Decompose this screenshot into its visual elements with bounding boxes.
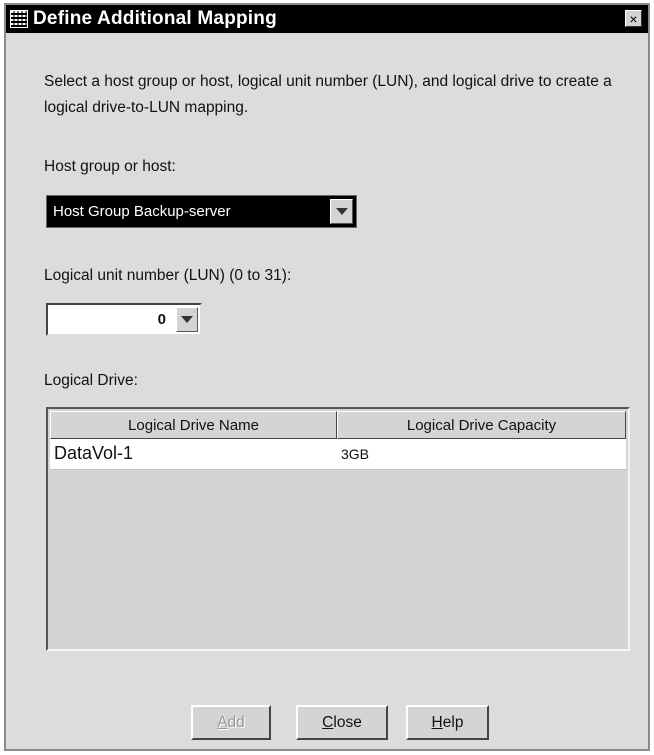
add-label-rest: dd: [227, 713, 245, 731]
drive-capacity-cell: 3GB: [341, 446, 370, 462]
close-label-rest: lose: [333, 713, 362, 731]
add-button[interactable]: Add: [191, 705, 271, 740]
column-header-name[interactable]: Logical Drive Name: [50, 411, 337, 439]
instructions-text: Select a host group or host, logical uni…: [44, 73, 612, 116]
table-body: DataVol-1 3GB: [50, 439, 626, 647]
close-button[interactable]: Close: [296, 705, 388, 740]
table-header: Logical Drive Name Logical Drive Capacit…: [50, 411, 626, 439]
title-bar[interactable]: Define Additional Mapping ×: [6, 5, 648, 33]
host-select[interactable]: Host Group Backup-server: [46, 195, 357, 228]
lun-select[interactable]: 0: [46, 303, 202, 336]
lun-label: Logical unit number (LUN) (0 to 31):: [44, 267, 292, 284]
dialog-window: Define Additional Mapping × Select a hos…: [4, 3, 650, 751]
table-row[interactable]: DataVol-1 3GB: [50, 439, 626, 470]
help-label-rest: elp: [442, 713, 464, 731]
help-mnemonic: H: [431, 713, 443, 731]
add-mnemonic: A: [217, 713, 228, 731]
chevron-down-icon: [335, 208, 348, 215]
host-label: Host group or host:: [44, 158, 176, 175]
column-header-capacity[interactable]: Logical Drive Capacity: [337, 411, 626, 439]
help-button[interactable]: Help: [406, 705, 489, 740]
close-mnemonic: C: [322, 713, 334, 731]
host-dropdown-button[interactable]: [330, 199, 353, 224]
lun-value: 0: [157, 311, 166, 328]
drive-name-cell: DataVol-1: [54, 443, 134, 463]
app-icon: [10, 10, 28, 28]
logical-drive-label: Logical Drive:: [44, 372, 138, 389]
host-selected-value: Host Group Backup-server: [53, 203, 231, 220]
close-window-button[interactable]: ×: [625, 10, 642, 27]
chevron-down-icon: [181, 316, 193, 323]
window-title: Define Additional Mapping: [33, 8, 277, 29]
lun-dropdown-button[interactable]: [176, 307, 198, 332]
logical-drive-table: Logical Drive Name Logical Drive Capacit…: [46, 407, 630, 651]
